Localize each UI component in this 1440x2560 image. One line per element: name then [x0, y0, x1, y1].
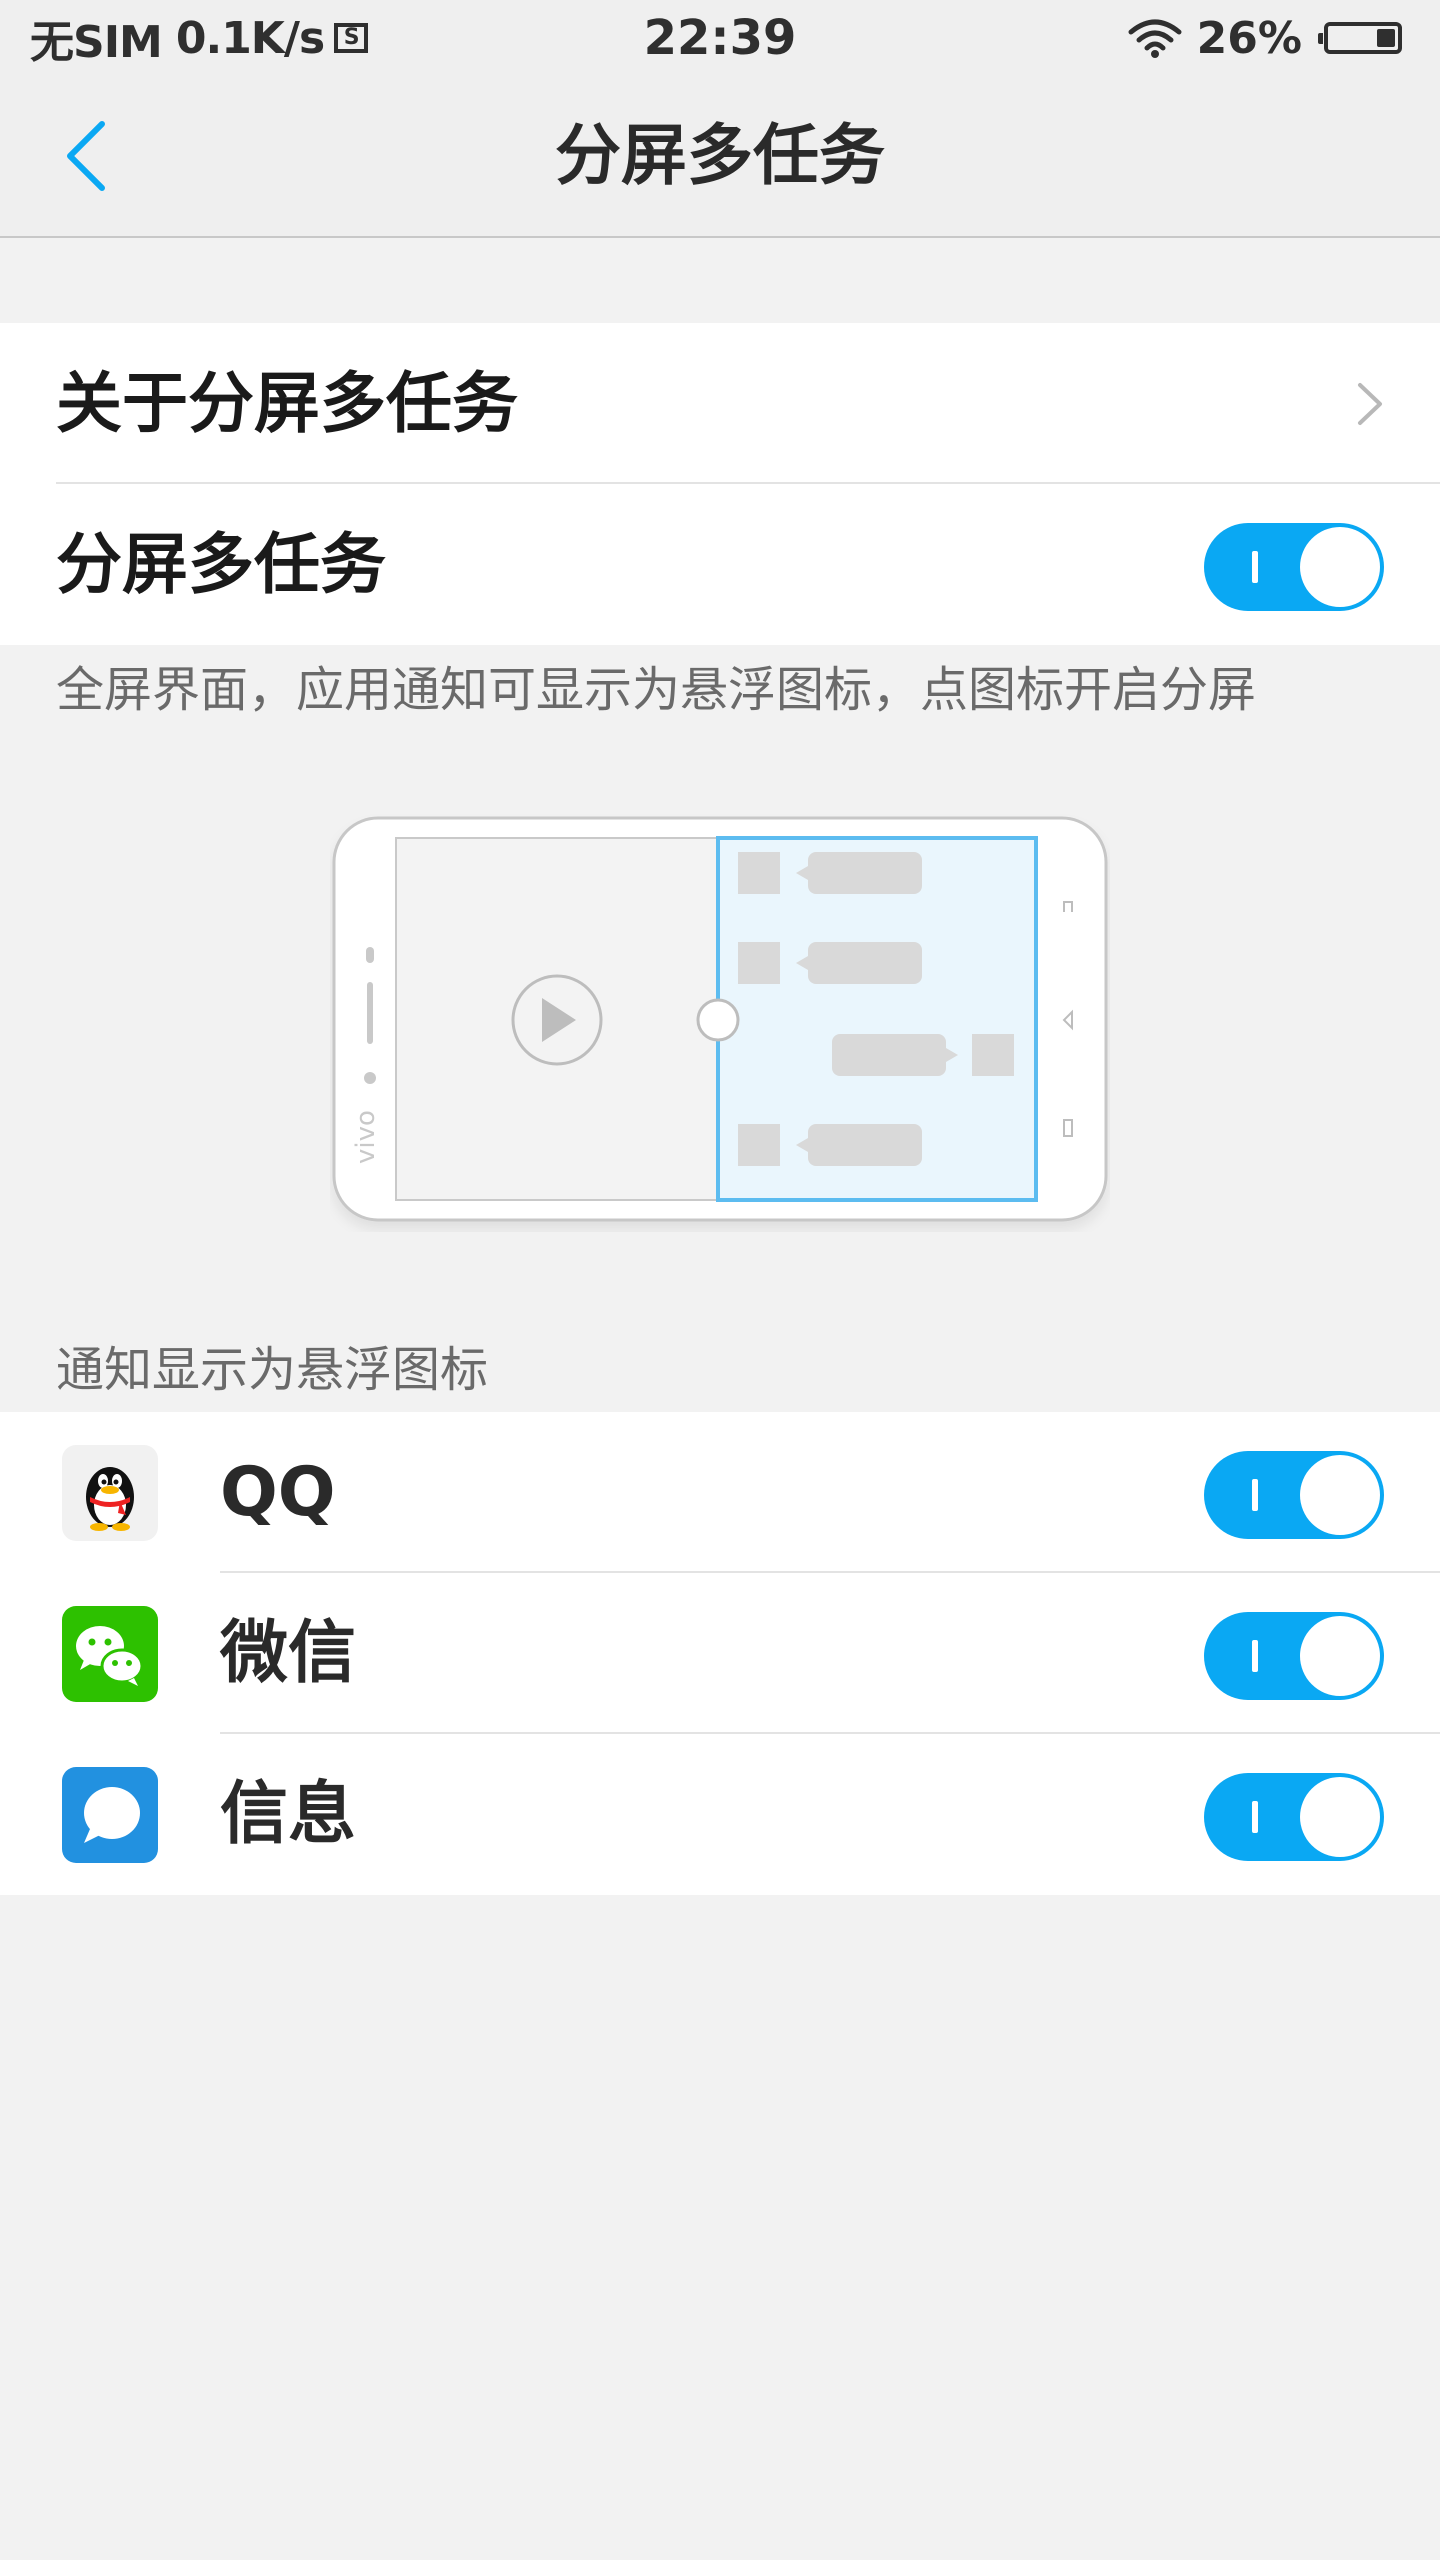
battery-icon [1318, 22, 1402, 54]
status-right: 26% [1127, 10, 1402, 66]
battery-percent: 26% [1196, 12, 1302, 64]
drag-handle-icon [696, 998, 740, 1042]
chevron-left-icon[interactable] [40, 106, 140, 206]
svg-text:vivo: vivo [351, 1110, 381, 1164]
split-screen-toggle[interactable] [1204, 523, 1384, 611]
section-header: 通知显示为悬浮图标 [56, 1342, 489, 1398]
nav-bar: 分屏多任务 [0, 76, 1440, 238]
chevron-right-icon [1358, 383, 1382, 425]
apps-group: QQ 微信 信息 [0, 1412, 1440, 1895]
app-row-messages: 信息 [0, 1734, 1440, 1895]
page-title: 分屏多任务 [555, 117, 885, 194]
status-bar: 无SIM 0.1K/s S 22:39 26% [0, 0, 1440, 76]
toggle-knob [1300, 1616, 1380, 1696]
toggle-knob [1300, 1455, 1380, 1535]
about-label: 关于分屏多任务 [56, 365, 518, 442]
app-row-wechat: 微信 [0, 1573, 1440, 1734]
wechat-toggle[interactable] [1204, 1612, 1384, 1700]
qq-toggle[interactable] [1204, 1451, 1384, 1539]
description-text: 全屏界面，应用通知可显示为悬浮图标，点图标开启分屏 [56, 662, 1257, 718]
toggle-knob [1300, 1777, 1380, 1857]
app-name: 微信 [220, 1614, 357, 1693]
toggle-knob [1300, 527, 1380, 607]
app-name: QQ [220, 1453, 336, 1532]
split-screen-illustration: vivo [332, 816, 1108, 1222]
wifi-icon [1128, 19, 1182, 58]
split-screen-label: 分屏多任务 [56, 526, 386, 603]
split-screen-row: 分屏多任务 [0, 484, 1440, 645]
app-name: 信息 [220, 1775, 357, 1854]
messages-toggle[interactable] [1204, 1773, 1384, 1861]
app-row-qq: QQ [0, 1412, 1440, 1573]
qq-penguin-icon [62, 1445, 158, 1541]
messages-icon [62, 1767, 158, 1863]
wechat-icon [62, 1606, 158, 1702]
settings-group: 关于分屏多任务 分屏多任务 [0, 323, 1440, 645]
about-row[interactable]: 关于分屏多任务 [0, 323, 1440, 484]
